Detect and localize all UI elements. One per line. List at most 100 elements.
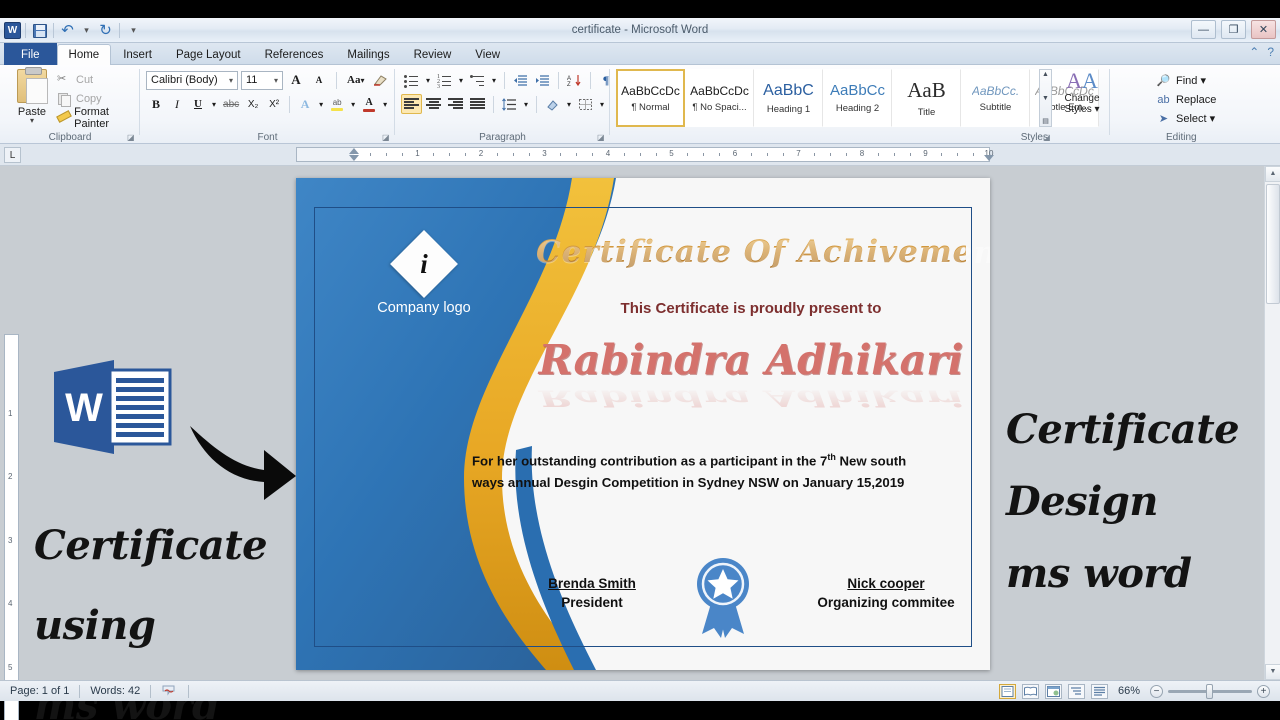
font-size-combobox[interactable]: 11 ▾ [241,70,283,90]
zoom-track[interactable] [1168,683,1252,699]
style-heading-2[interactable]: AaBbCc Heading 2 [823,69,892,127]
vertical-scrollbar[interactable]: ▲ ▼ [1264,166,1280,680]
style-normal[interactable]: AaBbCcDc ¶ Normal [616,69,685,127]
change-case-button[interactable]: Aa ▾ [344,70,367,90]
format-painter-button[interactable]: Format Painter [56,106,138,130]
clear-formatting-icon[interactable] [370,70,391,90]
bold-button[interactable]: B [146,94,166,114]
font-dialog-launcher[interactable]: ◪ [382,133,391,142]
tab-references[interactable]: References [253,44,336,65]
italic-button[interactable]: I [167,94,187,114]
more-styles-icon[interactable]: ▤ [1042,117,1049,126]
minimize-button[interactable]: — [1191,20,1216,39]
style-subtitle[interactable]: AaBbCc. Subtitle [961,69,1030,127]
tab-mailings[interactable]: Mailings [335,44,401,65]
horizontal-ruler[interactable]: 1 2 3 4 5 6 7 8 9 10 [296,147,994,162]
chevron-down-icon[interactable]: ▾ [564,94,574,114]
text-effects-button[interactable]: A [295,94,315,114]
chevron-down-icon[interactable]: ▾ [316,94,326,114]
hanging-indent-marker[interactable] [349,155,359,161]
word-count[interactable]: Words: 42 [80,681,150,702]
find-button[interactable]: 🔎 Find ▾ [1150,71,1270,90]
replace-button[interactable]: ab Replace [1150,90,1270,109]
scroll-down-button[interactable]: ▼ [1265,664,1280,680]
underline-button[interactable]: U [188,94,208,114]
change-styles-button[interactable]: AA Change Styles ▾ [1056,69,1108,116]
chevron-down-icon[interactable]: ▾ [597,94,607,114]
scroll-up-icon[interactable]: ▲ [1042,70,1049,79]
strikethrough-button[interactable]: abc [220,94,242,114]
scroll-up-button[interactable]: ▲ [1265,166,1280,182]
style-heading-1[interactable]: AaBbC Heading 1 [754,69,823,127]
zoom-thumb[interactable] [1206,683,1213,699]
multilevel-list-icon[interactable] [467,70,488,90]
align-right-button[interactable] [445,94,466,114]
align-center-button[interactable] [423,94,444,114]
chevron-down-icon[interactable]: ▾ [348,94,358,114]
font-name-combobox[interactable]: Calibri (Body) ▾ [146,70,238,90]
full-screen-reading-view-button[interactable] [1021,683,1039,699]
minimize-ribbon-icon[interactable]: ⌃ [1249,45,1259,59]
chevron-down-icon[interactable]: ▾ [227,76,235,85]
help-icon[interactable]: ? [1267,45,1274,59]
cut-button[interactable]: Cut [56,70,138,89]
tab-file[interactable]: File [4,43,57,65]
chevron-down-icon[interactable]: ▾ [423,70,433,90]
document-page[interactable]: i Company logo Certificate Of Achivement… [296,178,990,670]
increase-indent-icon[interactable] [532,70,553,90]
draft-view-button[interactable] [1090,683,1108,699]
zoom-out-button[interactable]: − [1150,684,1163,698]
tab-view[interactable]: View [463,44,512,65]
paragraph-dialog-launcher[interactable]: ◪ [597,133,606,142]
shading-button[interactable] [542,94,563,114]
shrink-font-button[interactable]: A [309,70,329,90]
tab-review[interactable]: Review [402,44,464,65]
superscript-button[interactable]: X² [264,94,284,114]
paste-dropdown-icon[interactable]: ▾ [8,117,56,125]
outline-view-button[interactable] [1067,683,1085,699]
bullets-icon[interactable] [401,70,422,90]
text-highlight-button[interactable]: ab [327,94,347,114]
chevron-down-icon[interactable]: ▾ [489,70,499,90]
proofing-errors-icon[interactable] [151,681,188,702]
tab-home[interactable]: Home [56,44,112,66]
select-button[interactable]: ➤ Select ▾ [1150,109,1270,128]
subscript-button[interactable]: X₂ [243,94,263,114]
page-indicator[interactable]: Page: 1 of 1 [0,681,79,702]
align-left-button[interactable] [401,94,422,114]
tab-insert[interactable]: Insert [111,44,164,65]
vertical-ruler[interactable]: 1 2 3 4 5 [4,334,19,720]
chevron-down-icon[interactable]: ▾ [456,70,466,90]
right-indent-marker[interactable] [984,155,994,161]
clipboard-dialog-launcher[interactable]: ◪ [127,133,136,142]
paste-button[interactable]: Paste ▾ [8,67,56,125]
tab-selector-button[interactable]: L [4,147,21,163]
styles-gallery-scrollbar[interactable]: ▲ ▼ ▤ [1039,69,1052,127]
chevron-down-icon[interactable]: ▾ [380,94,390,114]
chevron-down-icon[interactable]: ▾ [272,76,280,85]
restore-button[interactable]: ❐ [1221,20,1246,39]
styles-dialog-launcher[interactable]: ◪ [1043,133,1052,142]
scrollbar-thumb[interactable] [1266,184,1280,304]
first-line-indent-marker[interactable] [349,148,359,154]
borders-button[interactable] [575,94,596,114]
underline-dropdown-icon[interactable]: ▾ [209,94,219,114]
style-no-spacing[interactable]: AaBbCcDc ¶ No Spaci... [685,69,754,127]
sort-icon[interactable]: AZ [564,70,585,90]
zoom-level[interactable]: 66% [1114,681,1144,702]
font-color-button[interactable]: A [359,94,379,114]
tab-page-layout[interactable]: Page Layout [164,44,253,65]
close-button[interactable]: ✕ [1251,20,1276,39]
scroll-down-icon[interactable]: ▼ [1042,94,1049,103]
zoom-slider[interactable]: − + [1150,683,1270,699]
grow-font-button[interactable]: A [286,70,306,90]
web-layout-view-button[interactable] [1044,683,1062,699]
justify-button[interactable] [467,94,488,114]
zoom-in-button[interactable]: + [1257,684,1270,698]
chevron-down-icon[interactable]: ▾ [521,94,531,114]
line-spacing-button[interactable] [499,94,520,114]
print-layout-view-button[interactable] [998,683,1016,699]
numbering-icon[interactable]: 123 [434,70,455,90]
style-title[interactable]: AaB Title [892,69,961,127]
decrease-indent-icon[interactable] [510,70,531,90]
